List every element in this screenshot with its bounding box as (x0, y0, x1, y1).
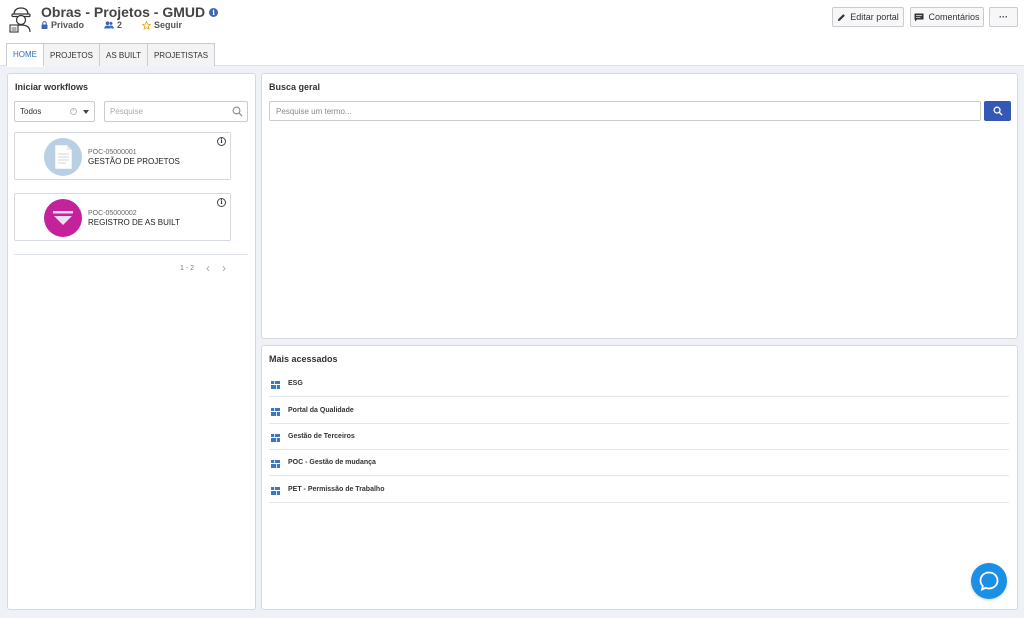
download-arrow-icon (44, 199, 82, 237)
comments-button[interactable]: Comentários (910, 7, 984, 27)
global-search-button[interactable] (984, 101, 1011, 121)
most-accessed-label: Portal da Qualidade (288, 407, 354, 414)
most-accessed-panel: Mais acessados ESG Portal da Qualidade G… (261, 345, 1018, 610)
workflow-code: POC-05000001 (88, 149, 137, 156)
document-icon (44, 138, 82, 176)
members-indicator[interactable]: 2 (104, 20, 122, 30)
most-accessed-label: Gestão de Terceiros (288, 433, 355, 440)
workflow-name: GESTÃO DE PROJETOS (88, 157, 180, 166)
search-icon (993, 106, 1003, 116)
portal-tabs: HOME PROJETOS AS BUILT PROJETISTAS (6, 43, 216, 67)
pagination: 1 - 2 ‹ › (180, 262, 226, 274)
tab-label: AS BUILT (105, 50, 141, 60)
search-panel-title: Busca geral (269, 82, 321, 92)
most-accessed-item-permissao-trabalho[interactable]: PET - Permissão de Trabalho (269, 477, 1009, 503)
portal-header: Obras - Projetos - GMUD i Privado 2 Segui… (0, 0, 1024, 67)
edit-portal-button[interactable]: Editar portal (832, 7, 904, 27)
workflow-card-gestao-projetos[interactable]: POC-05000001 GESTÃO DE PROJETOS i (14, 132, 231, 180)
privacy-label: Privado (51, 20, 85, 30)
workflow-search-input[interactable] (110, 107, 220, 116)
info-icon[interactable]: i (217, 137, 226, 146)
workflow-search-field (104, 101, 248, 122)
caret-down-icon (83, 110, 89, 114)
portal-grid-icon (271, 459, 280, 468)
info-icon[interactable]: i (209, 8, 219, 17)
tab-label: HOME (13, 50, 37, 59)
page-title: Obras - Projetos - GMUD i (41, 4, 219, 20)
pagination-range: 1 - 2 (180, 264, 195, 272)
star-icon (142, 20, 152, 30)
workflows-panel: Iniciar workflows Todos × POC-05000001 G… (7, 73, 256, 610)
global-search-field (269, 101, 981, 121)
chevron-left-icon[interactable]: ‹ (206, 262, 210, 274)
portal-grid-icon (271, 407, 280, 416)
tab-home[interactable]: HOME (6, 43, 44, 67)
clear-icon[interactable]: × (70, 108, 77, 115)
comment-icon (914, 13, 924, 21)
most-accessed-label: ESG (288, 380, 303, 387)
portal-grid-icon (271, 433, 280, 442)
portal-meta: Privado 2 Seguir (41, 20, 202, 30)
engineer-avatar-icon (7, 5, 35, 33)
tab-projetos[interactable]: PROJETOS (43, 43, 100, 66)
tab-projetistas[interactable]: PROJETISTAS (146, 43, 216, 66)
workflow-name: REGISTRO DE AS BUILT (88, 218, 180, 227)
edit-portal-label: Editar portal (850, 12, 899, 22)
workflows-title: Iniciar workflows (15, 82, 89, 92)
pencil-icon (838, 13, 846, 21)
most-accessed-label: POC - Gestão de mudança (288, 459, 376, 466)
more-options-icon: ··· (999, 12, 1008, 22)
tab-label: PROJETOS (50, 50, 93, 60)
portal-grid-icon (271, 486, 280, 495)
chat-button[interactable] (971, 563, 1007, 599)
tab-as-built[interactable]: AS BUILT (98, 43, 148, 66)
global-search-input[interactable] (276, 106, 966, 116)
chat-bubble-icon (979, 571, 999, 592)
most-accessed-item-qualidade[interactable]: Portal da Qualidade (269, 398, 1009, 424)
search-panel: Busca geral (261, 73, 1018, 339)
most-accessed-item-terceiros[interactable]: Gestão de Terceiros (269, 424, 1009, 450)
most-accessed-title: Mais acessados (269, 354, 338, 364)
privacy-indicator: Privado (41, 20, 84, 30)
portal-title-text: Obras - Projetos - GMUD (41, 4, 206, 20)
search-icon[interactable] (232, 106, 243, 117)
divider (14, 254, 248, 255)
lock-icon (41, 21, 48, 29)
follow-label: Seguir (154, 20, 183, 30)
most-accessed-label: PET - Permissão de Trabalho (288, 486, 385, 493)
workflow-card-registro-as-built[interactable]: POC-05000002 REGISTRO DE AS BUILT i (14, 193, 231, 241)
tab-label: PROJETISTAS (153, 50, 209, 60)
most-accessed-item-gestao-mudanca[interactable]: POC - Gestão de mudança (269, 450, 1009, 476)
most-accessed-item-esg[interactable]: ESG (269, 371, 1009, 397)
more-options-button[interactable]: ··· (989, 7, 1018, 27)
filter-value: Todos (20, 107, 42, 116)
workflow-filter-select[interactable]: Todos × (14, 101, 95, 122)
info-icon[interactable]: i (217, 198, 226, 207)
portal-grid-icon (271, 380, 280, 389)
chevron-right-icon[interactable]: › (222, 262, 226, 274)
follow-toggle[interactable]: Seguir (142, 20, 182, 30)
users-icon (104, 21, 114, 29)
members-count: 2 (117, 20, 123, 30)
comments-label: Comentários (928, 12, 980, 22)
workflow-code: POC-05000002 (88, 210, 137, 217)
